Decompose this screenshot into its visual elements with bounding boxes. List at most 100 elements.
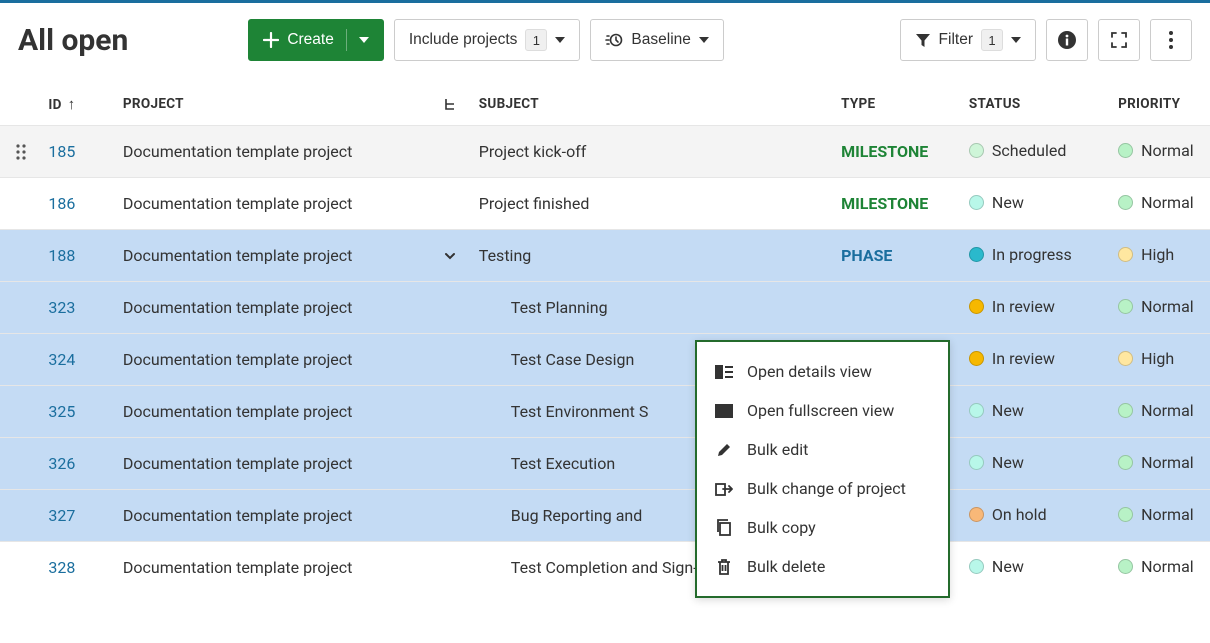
col-type[interactable]: TYPE <box>831 83 959 126</box>
edit-icon <box>715 442 733 458</box>
menu-item-move[interactable]: Bulk change of project <box>697 469 948 508</box>
status-cell: New <box>959 542 1108 594</box>
table-row[interactable]: 325Documentation template projectTest En… <box>0 386 1210 438</box>
priority-dot <box>1118 299 1133 314</box>
create-button[interactable]: Create <box>248 19 384 61</box>
menu-item-label: Open fullscreen view <box>747 401 894 420</box>
status-dot <box>969 351 984 366</box>
status-cell: On hold <box>959 490 1108 542</box>
table-row[interactable]: 326Documentation template projectTest Ex… <box>0 438 1210 490</box>
project-cell: Documentation template project <box>113 386 433 438</box>
status-label: Scheduled <box>992 141 1066 160</box>
status-cell: New <box>959 386 1108 438</box>
priority-cell: Normal <box>1108 490 1210 542</box>
status-label: New <box>992 193 1024 212</box>
drag-handle-icon[interactable] <box>16 144 26 160</box>
id-link[interactable]: 323 <box>48 298 75 317</box>
priority-label: Normal <box>1141 401 1194 420</box>
status-label: New <box>992 557 1024 576</box>
baseline-button[interactable]: Baseline <box>590 19 723 61</box>
priority-dot <box>1118 559 1133 574</box>
priority-cell: Normal <box>1108 178 1210 230</box>
table-row[interactable]: 323 Documentation template project Test Pl… <box>0 282 1210 334</box>
priority-cell: Normal <box>1108 438 1210 490</box>
table-row[interactable]: 328Documentation template projectTest Co… <box>0 542 1210 594</box>
chevron-down-icon <box>359 37 369 43</box>
id-link[interactable]: 185 <box>48 142 75 161</box>
priority-cell: Normal <box>1108 542 1210 594</box>
copy-icon <box>715 519 733 537</box>
menu-item-details[interactable]: Open details view <box>697 352 948 391</box>
id-link[interactable]: 324 <box>48 350 75 369</box>
filter-button[interactable]: Filter 1 <box>900 19 1036 61</box>
status-label: New <box>992 453 1024 472</box>
menu-item-copy[interactable]: Bulk copy <box>697 508 948 547</box>
id-link[interactable]: 186 <box>48 194 75 213</box>
kebab-icon <box>1169 31 1173 49</box>
status-cell: In progress <box>959 230 1108 282</box>
project-cell: Documentation template project <box>113 490 433 542</box>
id-link[interactable]: 327 <box>48 506 75 525</box>
include-projects-count: 1 <box>525 29 547 51</box>
sort-asc-icon: ↑ <box>68 95 76 113</box>
col-subject-hierarchy[interactable] <box>433 83 469 126</box>
include-projects-button[interactable]: Include projects 1 <box>394 19 581 61</box>
table-row[interactable]: 185Documentation template projectProject… <box>0 126 1210 178</box>
priority-label: Normal <box>1141 453 1194 472</box>
chevron-down-icon <box>555 37 565 43</box>
col-id[interactable]: ID↑ <box>38 83 113 126</box>
type-cell: MILESTONE <box>831 126 959 178</box>
status-dot <box>969 507 984 522</box>
status-dot <box>969 143 984 158</box>
baseline-label: Baseline <box>631 31 690 49</box>
id-link[interactable]: 326 <box>48 454 75 473</box>
project-cell: Documentation template project <box>113 282 433 334</box>
project-cell: Documentation template project <box>113 230 433 282</box>
priority-label: Normal <box>1141 193 1194 212</box>
delete-icon <box>715 558 733 576</box>
details-icon <box>715 365 733 379</box>
col-priority[interactable]: PRIORITY <box>1108 83 1210 126</box>
menu-item-fullscreen[interactable]: Open fullscreen view <box>697 391 948 430</box>
priority-cell: High <box>1108 230 1210 282</box>
priority-dot <box>1118 247 1133 262</box>
status-cell: Scheduled <box>959 126 1108 178</box>
table-row[interactable]: 188 Documentation template project Testing… <box>0 230 1210 282</box>
status-cell: New <box>959 178 1108 230</box>
status-label: On hold <box>992 505 1047 524</box>
id-link[interactable]: 188 <box>48 246 75 265</box>
menu-item-edit[interactable]: Bulk edit <box>697 430 948 469</box>
table-row[interactable]: 186Documentation template projectProject… <box>0 178 1210 230</box>
menu-item-delete[interactable]: Bulk delete <box>697 547 948 586</box>
table-row[interactable]: 327Documentation template projectBug Rep… <box>0 490 1210 542</box>
subject-cell[interactable]: Testing <box>469 230 831 282</box>
info-button[interactable] <box>1046 19 1088 61</box>
plus-icon <box>263 32 279 48</box>
table-row[interactable]: 324Documentation template projectTest Ca… <box>0 334 1210 386</box>
status-cell: In review <box>959 334 1108 386</box>
priority-dot <box>1118 403 1133 418</box>
status-dot <box>969 455 984 470</box>
id-link[interactable]: 325 <box>48 402 75 421</box>
col-status[interactable]: STATUS <box>959 83 1108 126</box>
chevron-down-icon <box>699 37 709 43</box>
subject-cell[interactable]: Project finished <box>469 178 831 230</box>
status-label: In review <box>992 349 1055 368</box>
status-label: In progress <box>992 245 1072 264</box>
menu-item-label: Bulk edit <box>747 440 808 459</box>
menu-item-label: Open details view <box>747 362 872 381</box>
status-dot <box>969 559 984 574</box>
col-project[interactable]: PROJECT <box>113 83 433 126</box>
subject-cell[interactable]: Project kick-off <box>469 126 831 178</box>
chevron-down-icon <box>1011 37 1021 43</box>
priority-cell: Normal <box>1108 386 1210 438</box>
more-button[interactable] <box>1150 19 1192 61</box>
type-cell: PHASE <box>831 230 959 282</box>
col-subject[interactable]: SUBJECT <box>469 83 831 126</box>
expand-button[interactable] <box>1098 19 1140 61</box>
subject-cell[interactable]: Test Planning <box>469 282 831 334</box>
id-link[interactable]: 328 <box>48 558 75 577</box>
chevron-down-icon[interactable] <box>443 249 457 263</box>
toolbar: All open Create Include projects 1 Basel… <box>0 3 1210 83</box>
menu-item-label: Bulk copy <box>747 518 816 537</box>
